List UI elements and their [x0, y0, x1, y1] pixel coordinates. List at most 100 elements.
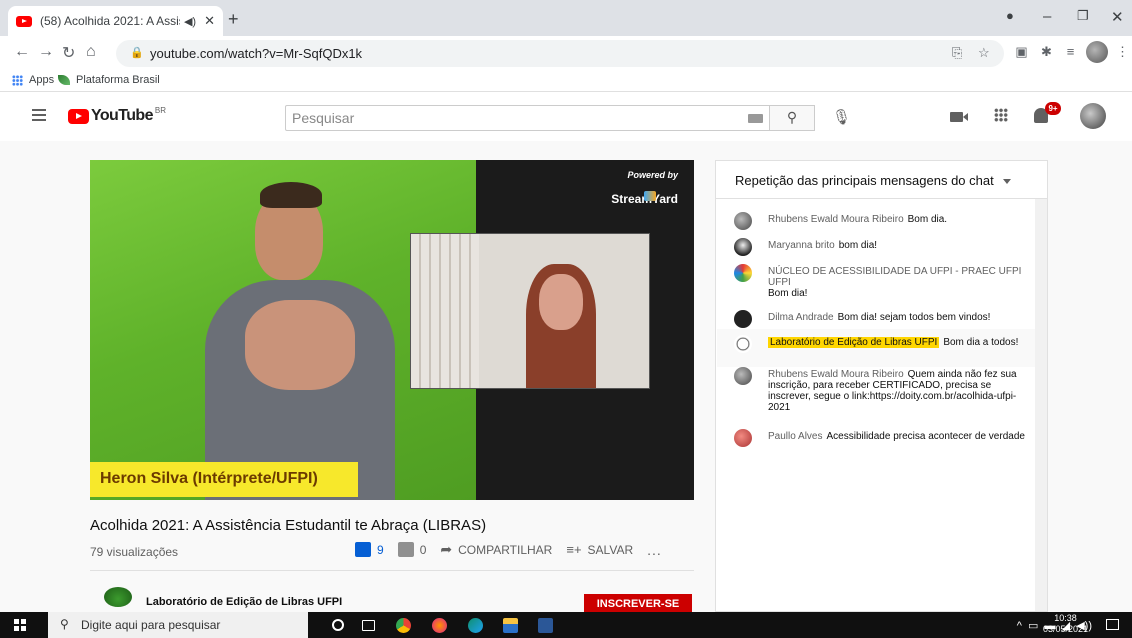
reload-icon[interactable]: ↻ [62, 43, 75, 63]
chat-author[interactable]: Dilma Andrade [768, 312, 834, 323]
chrome-icon[interactable] [396, 618, 411, 633]
chat-author[interactable]: Maryanna brito [768, 240, 835, 251]
edge-icon[interactable] [468, 618, 483, 633]
chat-header-label: Repetição das principais mensagens do ch… [735, 173, 994, 188]
interpreter-figure [205, 180, 405, 500]
chat-avatar[interactable] [734, 238, 752, 256]
chat-author[interactable]: Rhubens Ewald Moura Ribeiro [768, 369, 904, 380]
extensions-puzzle-icon[interactable]: ✱ [1038, 44, 1055, 61]
extension-icon[interactable]: ▣ [1013, 44, 1030, 61]
search-button[interactable]: ⚲ [770, 105, 815, 131]
bookmark-plataforma-label: Plataforma Brasil [76, 74, 160, 86]
search-placeholder: Pesquisar [292, 110, 355, 126]
share-arrow-icon: ➦ [440, 541, 453, 557]
region-code: BR [154, 106, 166, 115]
chat-avatar[interactable] [734, 264, 752, 282]
interpreter-name-banner: Heron Silva (Intérprete/UFPI) [90, 462, 358, 497]
hamburger-menu-icon[interactable] [32, 109, 46, 121]
file-explorer-icon[interactable] [503, 618, 518, 633]
notification-center-icon[interactable] [1106, 619, 1119, 630]
firefox-icon[interactable] [432, 618, 447, 633]
bookmark-apps[interactable]: Apps [12, 74, 54, 86]
share-button[interactable]: ➦ COMPARTILHAR [440, 541, 552, 558]
home-icon[interactable]: ⌂ [86, 43, 96, 61]
new-tab-button[interactable]: + [228, 9, 239, 30]
browser-menu-icon[interactable]: ⋮ [1114, 44, 1131, 61]
chat-message: NÚCLEO DE ACESSIBILIDADE DA UFPI - PRAEC… [734, 264, 1034, 299]
chevron-down-icon [1003, 179, 1012, 185]
browser-profile-avatar[interactable] [1086, 41, 1108, 63]
chat-avatar[interactable] [734, 429, 752, 447]
search-icon: ⚲ [786, 109, 798, 125]
chat-message: Paullo Alves Acessibilidade precisa acont… [734, 429, 1034, 447]
youtube-wordmark: YouTube [91, 107, 153, 124]
taskbar-search-input[interactable]: ⚲ Digite aqui para pesquisar [48, 612, 308, 638]
more-actions-icon[interactable]: ... [647, 542, 662, 558]
profile-dot-icon[interactable]: ● [1006, 8, 1014, 23]
divider [90, 570, 694, 571]
highlighted-message-bg [717, 329, 1035, 367]
channel-name[interactable]: Laboratório de Edição de Libras UFPI [146, 596, 342, 608]
search-input[interactable]: Pesquisar [285, 105, 770, 131]
chat-message: Rhubens Ewald Moura Ribeiro Bom dia. [734, 212, 1034, 230]
channel-avatar[interactable] [104, 587, 132, 607]
chat-scrollbar[interactable] [1035, 199, 1047, 611]
media-control-icon[interactable]: ≡ [1062, 44, 1079, 61]
chat-avatar[interactable] [734, 212, 752, 230]
save-button[interactable]: ≡+ SALVAR [566, 542, 633, 557]
chat-text: Acessibilidade precisa acontecer de verd… [826, 431, 1025, 442]
browser-tab[interactable]: (58) Acolhida 2021: A Assistê ◀) ✕ [8, 6, 223, 36]
chat-message: Dilma Andrade Bom dia! sejam todos bem vi… [734, 310, 1034, 328]
watch-page: Powered by StreamYard Heron Silva (Intér… [0, 141, 1132, 612]
chat-header[interactable]: Repetição das principais mensagens do ch… [716, 161, 1047, 199]
chat-author[interactable]: Paullo Alves [768, 431, 822, 442]
back-icon[interactable]: ← [14, 43, 30, 61]
create-video-icon[interactable] [950, 112, 968, 122]
save-label: SALVAR [587, 542, 634, 557]
speaker-window-bg [411, 234, 479, 388]
thumbs-up-icon [355, 542, 371, 557]
close-tab-icon[interactable]: ✕ [204, 13, 215, 29]
search-icon: ⚲ [60, 617, 69, 631]
like-button[interactable]: 9 [355, 542, 384, 557]
chat-author-owner[interactable]: Laboratório de Edição de Libras UFPI [768, 337, 940, 348]
clock-time: 10:38 [1054, 613, 1077, 623]
user-avatar[interactable] [1080, 103, 1106, 129]
thumbs-down-icon [397, 542, 414, 557]
bookmark-star-icon[interactable]: ☆ [978, 45, 990, 61]
chat-message: Rhubens Ewald Moura Ribeiro Quem ainda nã… [734, 367, 1034, 413]
microphone-icon[interactable]: 🎙 [832, 108, 851, 126]
chat-avatar[interactable] [734, 335, 752, 353]
apps-grid-icon[interactable] [994, 108, 1008, 122]
restore-button[interactable]: ❐ [1077, 8, 1089, 24]
cortana-icon[interactable] [332, 619, 344, 631]
chat-avatar[interactable] [734, 310, 752, 328]
dislike-button[interactable]: 0 [397, 542, 427, 557]
youtube-logo[interactable]: YouTube BR [68, 106, 166, 125]
url-text: youtube.com/watch?v=Mr-SqfQDx1k [150, 46, 363, 61]
chat-author[interactable]: Rhubens Ewald Moura Ribeiro [768, 214, 904, 225]
windows-start-icon[interactable] [14, 619, 26, 631]
chat-message-highlighted: Laboratório de Edição de Libras UFPI Bom … [734, 335, 1034, 353]
chat-author[interactable]: NÚCLEO DE ACESSIBILIDADE DA UFPI - PRAEC… [768, 266, 1021, 288]
speaker-icon[interactable]: ◀) [184, 15, 196, 28]
task-view-icon[interactable] [362, 620, 375, 631]
address-bar-row: ← → ↻ ⌂ 🔒 youtube.com/watch?v=Mr-SqfQDx1… [0, 36, 1132, 70]
speaker-face [539, 274, 583, 330]
taskbar-clock[interactable]: 10:38 03/05/2021 [1043, 613, 1088, 635]
close-window-button[interactable]: ✕ [1111, 8, 1124, 26]
bookmark-plataforma-brasil[interactable]: Plataforma Brasil [58, 74, 160, 86]
playlist-add-icon: ≡+ [566, 542, 582, 557]
word-icon[interactable] [538, 618, 553, 633]
bookmarks-bar: Apps Plataforma Brasil [0, 70, 1132, 92]
dislike-count: 0 [419, 542, 427, 557]
install-app-icon[interactable]: ⎘ [952, 45, 962, 61]
subscribe-button[interactable]: INSCREVER-SE [584, 594, 692, 612]
youtube-header: YouTube BR Pesquisar ⚲ 🎙 9+ [0, 93, 1132, 141]
chat-avatar[interactable] [734, 367, 752, 385]
forward-icon[interactable]: → [38, 43, 54, 61]
address-bar[interactable]: 🔒 youtube.com/watch?v=Mr-SqfQDx1k ⎘ ☆ [116, 40, 1004, 67]
keyboard-icon[interactable] [748, 114, 763, 123]
minimize-button[interactable]: – [1043, 8, 1051, 25]
video-player[interactable]: Powered by StreamYard Heron Silva (Intér… [90, 160, 694, 500]
